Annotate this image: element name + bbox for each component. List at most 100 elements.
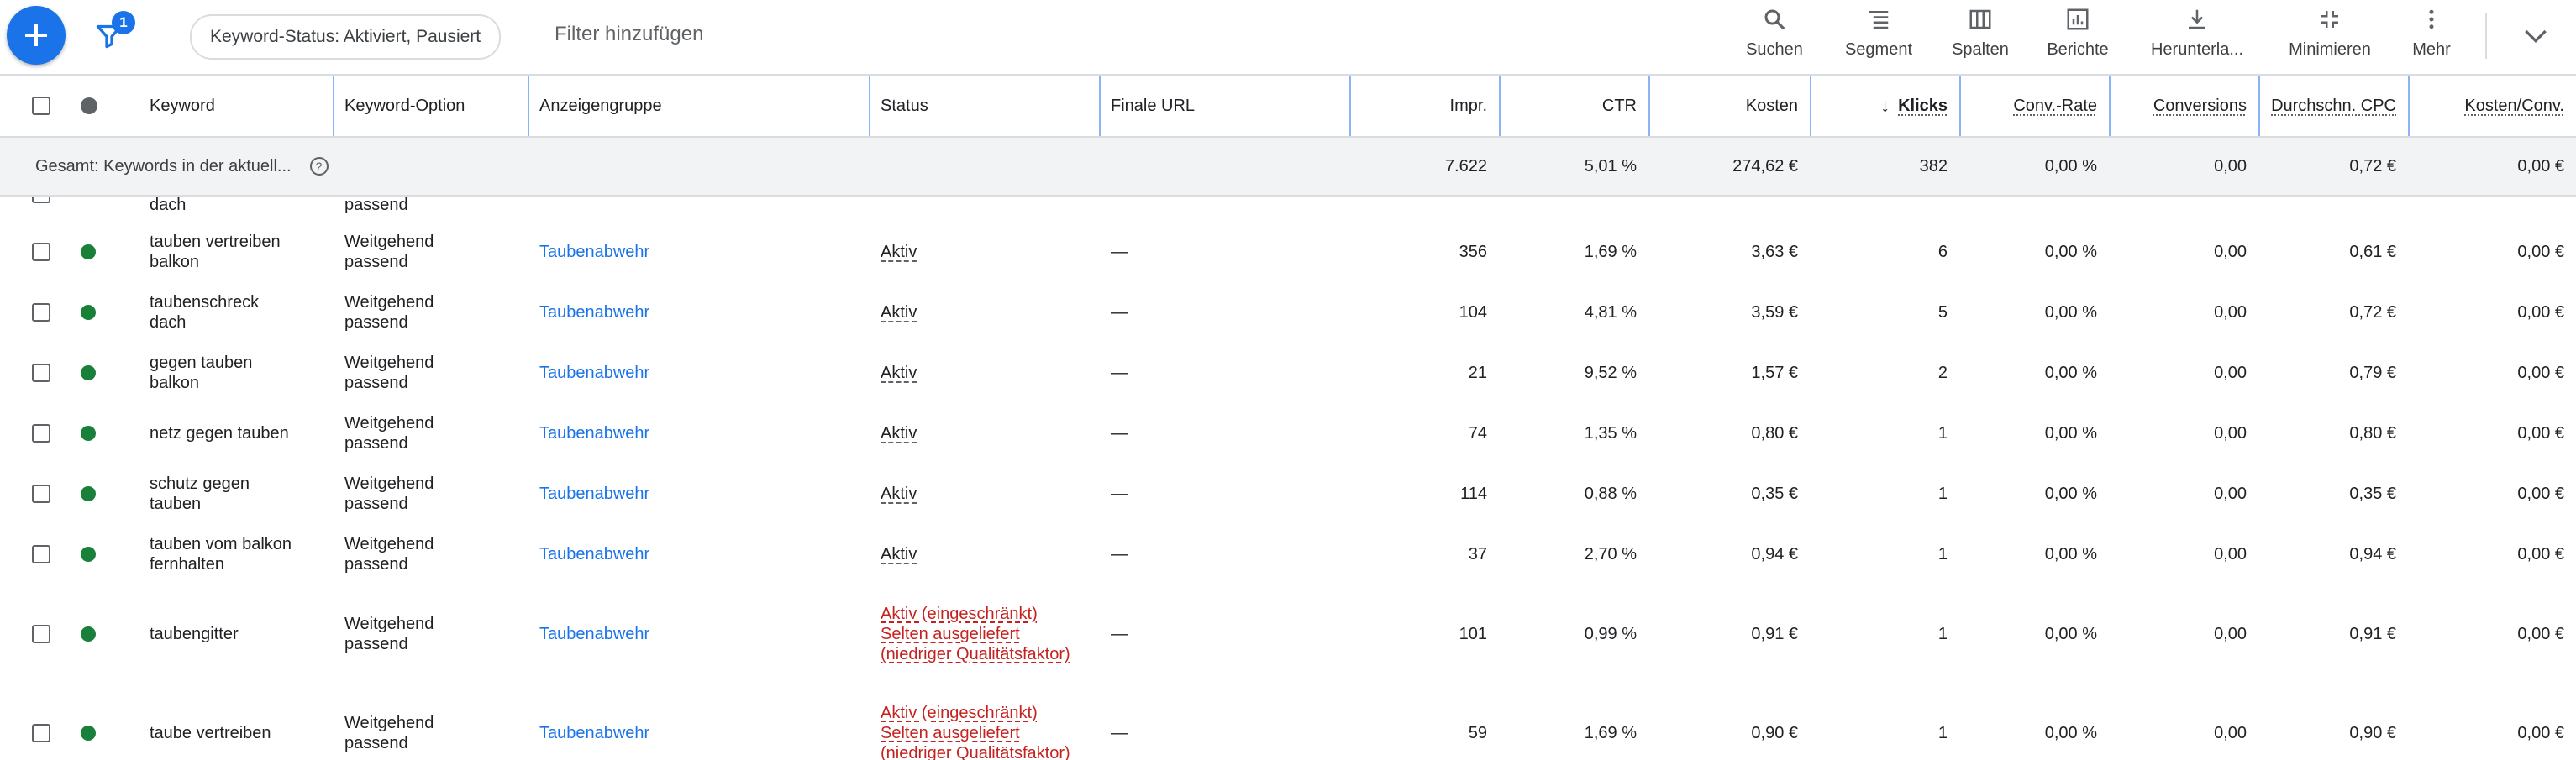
ad-group-link[interactable]: Taubenabwehr (528, 282, 869, 343)
status-cell[interactable]: Aktiv (869, 464, 1099, 524)
ad-group-link[interactable]: Taubenabwehr (528, 584, 869, 684)
row-checkbox[interactable] (32, 584, 57, 684)
header-keyword[interactable]: Keyword (150, 76, 333, 136)
cost-cell: 0,90 € (1751, 723, 1798, 742)
ad-group-link[interactable]: Taubenabwehr (528, 524, 869, 584)
ctr-cell: 2,70 % (1584, 544, 1637, 563)
keyword-text: tauben vertreiben (150, 233, 281, 251)
keyword-cell[interactable]: gegen tauben balkon (150, 343, 326, 403)
header-keyword-option[interactable]: Keyword-Option (333, 76, 528, 136)
conv-rate-cell: 0,00 % (2044, 423, 2097, 443)
status-cell[interactable]: Aktiv (eingeschränkt) Selten ausgeliefert… (869, 584, 1099, 684)
keyword-cell[interactable]: tauben vertreiben balkon (150, 222, 326, 282)
reports-tool-button[interactable]: Berichte (2040, 7, 2116, 67)
status-cell[interactable]: Aktiv (869, 403, 1099, 464)
keyword-cell[interactable]: taubenschreck dach (150, 282, 326, 343)
keyword-cell[interactable]: taubengitter (150, 584, 326, 684)
header-ad-group[interactable]: Anzeigengruppe (528, 76, 869, 136)
columns-tool-button[interactable]: Spalten (1943, 7, 2018, 67)
conv-rate-cell: 0,00 % (2044, 302, 2097, 322)
ad-group-label: Taubenabwehr (539, 484, 650, 503)
impressions-cell: 59 (1468, 723, 1487, 742)
status-cell[interactable]: Aktiv (869, 222, 1099, 282)
keyword-option-text: Weitgehend (344, 474, 434, 493)
clicks-cell: 6 (1937, 242, 1948, 261)
keyword-cell[interactable]: tauben vom balkon fernhalten (150, 524, 326, 584)
select-all-checkbox[interactable] (32, 76, 57, 136)
more-tool-button[interactable]: Mehr (2406, 7, 2457, 67)
row-checkbox[interactable] (32, 684, 57, 760)
keyword-option-text: Weitgehend (344, 414, 434, 432)
header-cost-per-conv[interactable]: Kosten/Conv. (2408, 76, 2576, 136)
conv-rate-cell: 0,00 % (2044, 484, 2097, 503)
clicks-cell: 1 (1937, 544, 1948, 563)
row-checkbox[interactable] (32, 464, 57, 524)
status-cell[interactable]: Aktiv (eingeschränkt) Selten ausgeliefert… (869, 684, 1099, 760)
status-cell[interactable]: Aktiv (869, 343, 1099, 403)
keyword-cell[interactable]: taube vertreiben (150, 684, 326, 760)
final-url-cell: — (1111, 242, 1128, 261)
row-checkbox[interactable] (32, 197, 57, 203)
status-dot-header (81, 76, 106, 136)
keyword-text: dach (150, 313, 187, 332)
conversions-cell: 0,00 (2214, 544, 2247, 563)
segment-tool-button[interactable]: Segment (1838, 7, 1919, 67)
status-text: (niedriger Qualitätsfaktor) (881, 645, 1070, 663)
download-tool-button[interactable]: Herunterla... (2141, 7, 2253, 67)
more-vert-icon (2429, 9, 2434, 29)
status-text: Selten ausgeliefert (881, 724, 1020, 742)
filter-chip-keyword-status[interactable]: Keyword-Status: Aktiviert, Pausiert (190, 14, 502, 60)
clicks-cell: 1 (1937, 624, 1948, 643)
row-checkbox[interactable] (32, 524, 57, 584)
table-row: schutz gegen tauben Weitgehend passend Taube… (0, 464, 2576, 525)
expand-toolbar-button[interactable] (2519, 18, 2552, 56)
clicks-cell: 2 (1937, 363, 1948, 382)
row-checkbox[interactable] (32, 282, 57, 343)
columns-icon (1969, 9, 1991, 29)
keyword-cell[interactable]: schutz gegen tauben (150, 464, 326, 524)
conversions-cell: 0,00 (2214, 242, 2247, 261)
keyword-option-cell: Weitgehend passend (333, 343, 528, 403)
enabled-status-icon (81, 626, 96, 642)
ctr-cell: 0,88 % (1584, 484, 1637, 503)
header-status[interactable]: Status (869, 76, 1099, 136)
header-impressions[interactable]: Impr. (1349, 76, 1499, 136)
status-cell[interactable]: Aktiv (869, 282, 1099, 343)
status-cell[interactable]: Aktiv (869, 524, 1099, 584)
collapse-tool-button[interactable]: Minimieren (2279, 7, 2381, 67)
clicks-cell: 1 (1937, 423, 1948, 443)
total-conv-rate: 0,00 % (2044, 156, 2097, 176)
table-row: taube vertreiben Weitgehend passend Taubena… (0, 684, 2576, 760)
avg-cpc-cell: 0,61 € (2349, 242, 2396, 261)
add-filter-link[interactable]: Filter hinzufügen (555, 23, 703, 46)
row-checkbox[interactable] (32, 343, 57, 403)
row-checkbox[interactable] (32, 403, 57, 464)
header-clicks[interactable]: ↓ Klicks (1810, 76, 1959, 136)
help-icon[interactable]: ? (309, 157, 329, 176)
ad-group-link[interactable]: Taubenabwehr (528, 684, 869, 760)
ad-group-link[interactable]: Taubenabwehr (528, 222, 869, 282)
keyword-option-cell: Weitgehend passend (333, 282, 528, 343)
search-tool-button[interactable]: Suchen (1739, 7, 1810, 67)
header-final-url[interactable]: Finale URL (1099, 76, 1349, 136)
impressions-cell: 37 (1468, 544, 1487, 563)
ad-group-label: Taubenabwehr (539, 242, 650, 261)
ad-group-link[interactable]: Taubenabwehr (528, 403, 869, 464)
header-conv-rate[interactable]: Conv.-Rate (1959, 76, 2109, 136)
row-checkbox[interactable] (32, 222, 57, 282)
keyword-text: schutz gegen (150, 474, 250, 493)
keyword-text: taubenschreck (150, 293, 260, 312)
cost-per-conv-cell: 0,00 € (2517, 544, 2564, 563)
header-ctr[interactable]: CTR (1499, 76, 1648, 136)
ad-group-link[interactable]: Taubenabwehr (528, 464, 869, 524)
impressions-cell: 74 (1468, 423, 1487, 443)
header-cost[interactable]: Kosten (1648, 76, 1810, 136)
header-avg-cpc[interactable]: Durchschn. CPC (2258, 76, 2408, 136)
keyword-cell[interactable]: netz gegen tauben (150, 403, 326, 464)
status-dot (81, 464, 106, 524)
create-button[interactable] (7, 6, 66, 65)
ad-group-link[interactable]: Taubenabwehr (528, 343, 869, 403)
keyword-text: tauben vom balkon (150, 535, 292, 553)
ctr-cell: 1,69 % (1584, 723, 1637, 742)
header-conversions[interactable]: Conversions (2109, 76, 2258, 136)
